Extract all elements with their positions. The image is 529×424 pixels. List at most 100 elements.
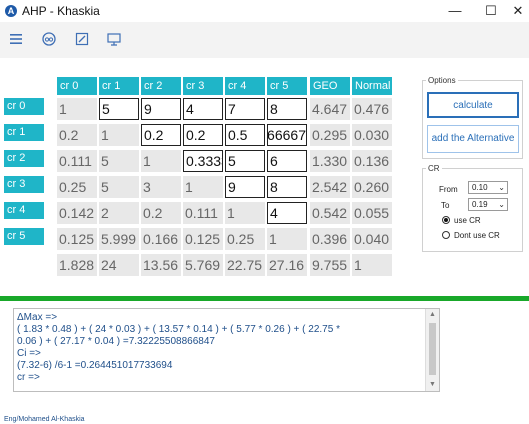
use-cr-label: use CR bbox=[454, 216, 481, 225]
matrix-cell: 1 bbox=[225, 202, 265, 224]
normal-value: 0.476 bbox=[352, 98, 392, 120]
separator-bar bbox=[0, 296, 529, 301]
matrix-cell: 0.111 bbox=[183, 202, 223, 224]
matrix-input[interactable]: 4 bbox=[267, 202, 307, 224]
matrix-input[interactable]: 6 bbox=[267, 150, 307, 172]
normal-value: 0.055 bbox=[352, 202, 392, 224]
geo-value: 1.330 bbox=[310, 150, 350, 172]
window-title: AHP - Khaskia bbox=[22, 4, 100, 18]
matrix-cell: 0.111 bbox=[57, 150, 97, 172]
to-value: 0.19 bbox=[472, 200, 488, 209]
matrix-cell: 0.166 bbox=[141, 228, 181, 250]
column-header-cr5: cr 5 bbox=[267, 77, 307, 95]
column-header-cr4: cr 4 bbox=[225, 77, 265, 95]
matrix-input[interactable]: 0.2 bbox=[141, 124, 181, 146]
title-bar: A AHP - Khaskia — ☐ ✕ bbox=[0, 0, 529, 22]
to-label: To bbox=[441, 201, 450, 210]
column-total: 5.769 bbox=[183, 254, 223, 276]
matrix-input[interactable]: 7 bbox=[225, 98, 265, 120]
matrix-cell: 1 bbox=[183, 176, 223, 198]
row-label-cr2: cr 2 bbox=[4, 150, 44, 167]
chevron-down-icon: ⌄ bbox=[498, 183, 505, 192]
column-total: 24 bbox=[99, 254, 139, 276]
normal-value: 0.136 bbox=[352, 150, 392, 172]
matrix-input[interactable]: 5 bbox=[225, 150, 265, 172]
normal-value: 0.030 bbox=[352, 124, 392, 146]
dont-use-cr-label: Dont use CR bbox=[454, 231, 500, 240]
matrix-cell: 2 bbox=[99, 202, 139, 224]
toolbar bbox=[0, 22, 529, 58]
column-header-cr2: cr 2 bbox=[141, 77, 181, 95]
column-header-cr3: cr 3 bbox=[183, 77, 223, 95]
menu-icon[interactable] bbox=[8, 31, 24, 47]
matrix-cell: 1 bbox=[99, 124, 139, 146]
glasses-icon[interactable] bbox=[41, 31, 57, 47]
matrix-cell: 0.25 bbox=[57, 176, 97, 198]
column-total: 13.56 bbox=[141, 254, 181, 276]
result-output[interactable]: ΔMax => ( 1.83 * 0.48 ) + ( 24 * 0.03 ) … bbox=[13, 308, 440, 392]
app-icon: A bbox=[5, 5, 17, 17]
matrix-cell: 1 bbox=[57, 98, 97, 120]
output-scrollbar[interactable]: ▲ ▼ bbox=[425, 309, 439, 391]
maximize-button[interactable]: ☐ bbox=[476, 0, 506, 22]
matrix-input[interactable]: 9 bbox=[141, 98, 181, 120]
output-line: 0.06 ) + ( 27.17 * 0.04 ) =7.32225508866… bbox=[17, 336, 215, 347]
matrix-cell: 5.999 bbox=[99, 228, 139, 250]
matrix-cell: 0.2 bbox=[57, 124, 97, 146]
row-label-cr5: cr 5 bbox=[4, 228, 44, 245]
projector-icon[interactable] bbox=[106, 31, 122, 47]
matrix-input[interactable]: 9 bbox=[225, 176, 265, 198]
column-total: 22.75 bbox=[225, 254, 265, 276]
scroll-down-icon[interactable]: ▼ bbox=[429, 381, 436, 388]
matrix-cell: 3 bbox=[141, 176, 181, 198]
normal-value: 0.040 bbox=[352, 228, 392, 250]
row-label-cr1: cr 1 bbox=[4, 124, 44, 141]
geo-value: 2.542 bbox=[310, 176, 350, 198]
matrix-input[interactable]: 5 bbox=[99, 98, 139, 120]
chevron-down-icon: ⌄ bbox=[498, 200, 505, 209]
from-label: From bbox=[439, 185, 458, 194]
matrix-cell: 0.142 bbox=[57, 202, 97, 224]
matrix-cell: 1 bbox=[267, 228, 307, 250]
normal-value: 0.260 bbox=[352, 176, 392, 198]
matrix-cell: 5 bbox=[99, 176, 139, 198]
matrix-cell: 0.125 bbox=[57, 228, 97, 250]
dont-use-cr-radio[interactable] bbox=[442, 231, 450, 239]
output-line: ΔMax => bbox=[17, 312, 58, 323]
author-credit: Eng/Mohamed Al-Khaskia bbox=[4, 416, 85, 423]
use-cr-radio[interactable] bbox=[442, 216, 450, 224]
geo-value: 0.295 bbox=[310, 124, 350, 146]
matrix-cell: 5 bbox=[99, 150, 139, 172]
matrix-input[interactable]: 8 bbox=[267, 176, 307, 198]
to-select[interactable]: 0.19 ⌄ bbox=[468, 198, 508, 211]
column-header-geo: GEO bbox=[310, 77, 350, 95]
column-total: 1 bbox=[352, 254, 392, 276]
cr-group: CR From 0.10 ⌄ To 0.19 ⌄ use CR Dont use… bbox=[422, 164, 523, 252]
matrix-input[interactable]: 0.1666666667 bbox=[267, 124, 307, 146]
matrix-input[interactable]: 8 bbox=[267, 98, 307, 120]
calculate-button[interactable]: calculate bbox=[427, 92, 519, 118]
geo-value: 4.647 bbox=[310, 98, 350, 120]
edit-icon[interactable] bbox=[74, 31, 90, 47]
close-button[interactable]: ✕ bbox=[503, 0, 529, 22]
matrix-input[interactable]: 0.3333 bbox=[183, 150, 223, 172]
row-label-cr3: cr 3 bbox=[4, 176, 44, 193]
column-total: 1.828 bbox=[57, 254, 97, 276]
from-select[interactable]: 0.10 ⌄ bbox=[468, 181, 508, 194]
column-header-normal: Normal bbox=[352, 77, 392, 95]
matrix-input[interactable]: 4 bbox=[183, 98, 223, 120]
options-group-title: Options bbox=[426, 76, 458, 85]
output-line: (7.32-6) /6-1 =0.264451017733694 bbox=[17, 360, 173, 371]
matrix-input[interactable]: 0.5 bbox=[225, 124, 265, 146]
matrix-input[interactable]: 0.2 bbox=[183, 124, 223, 146]
column-header-cr1: cr 1 bbox=[99, 77, 139, 95]
matrix-cell: 0.2 bbox=[141, 202, 181, 224]
matrix-cell: 0.125 bbox=[183, 228, 223, 250]
row-label-cr0: cr 0 bbox=[4, 98, 44, 115]
scroll-thumb[interactable] bbox=[429, 323, 436, 375]
row-label-cr4: cr 4 bbox=[4, 202, 44, 219]
output-line: cr => bbox=[17, 372, 40, 383]
scroll-up-icon[interactable]: ▲ bbox=[429, 311, 436, 318]
minimize-button[interactable]: — bbox=[440, 0, 470, 22]
add-alternative-button[interactable]: add the Alternative bbox=[427, 125, 519, 153]
